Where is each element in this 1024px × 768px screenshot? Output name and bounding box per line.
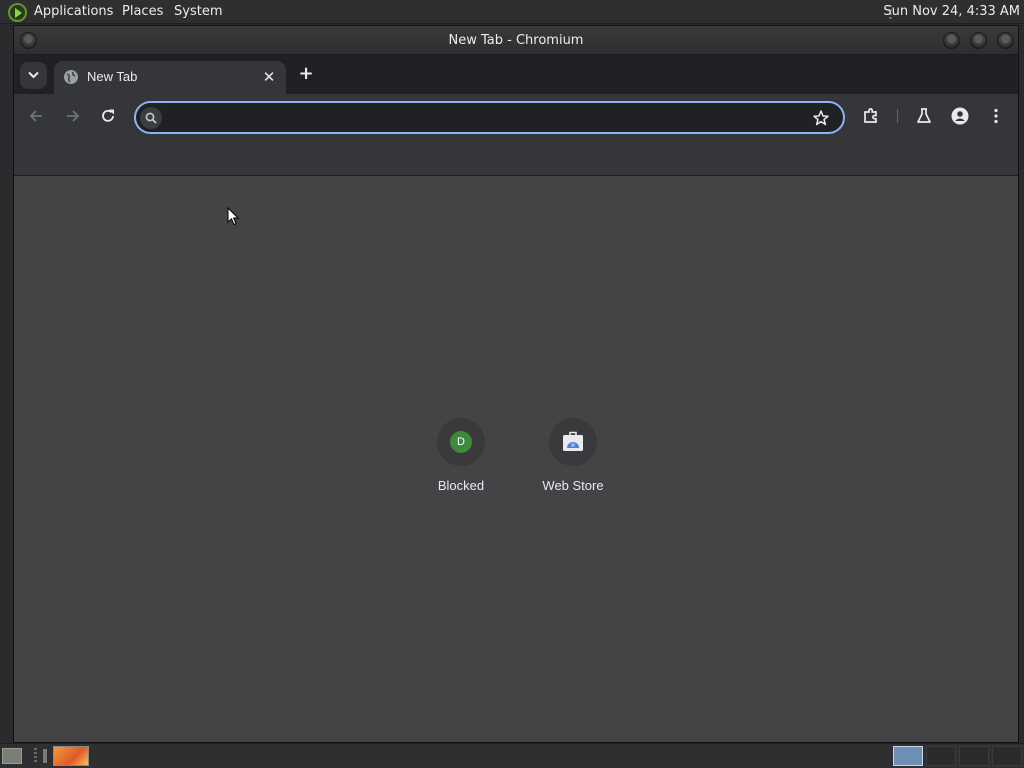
back-icon[interactable] [27, 106, 47, 126]
applications-menu[interactable]: Applications [34, 4, 113, 19]
maximize-button[interactable] [970, 32, 987, 49]
new-tab-page: D Blocked Web Store [14, 176, 1018, 742]
workspace-2-button[interactable] [926, 746, 956, 766]
omnibox[interactable] [134, 101, 845, 134]
bookmark-star-icon[interactable] [812, 109, 830, 127]
tab-search-button[interactable] [20, 62, 47, 89]
shortcut-label: Web Store [542, 478, 604, 493]
chevron-down-icon [28, 71, 39, 79]
tab-title: New Tab [87, 69, 138, 84]
tab-close-icon[interactable]: ✕ [261, 69, 277, 85]
mouse-cursor-icon [227, 207, 240, 226]
taskbar-window-thumbnail[interactable] [53, 746, 89, 766]
panel-grip-handle[interactable] [34, 748, 37, 764]
system-menu[interactable]: System [174, 4, 222, 19]
window-title: New Tab - Chromium [448, 33, 584, 48]
workspace-1-button[interactable] [893, 746, 923, 766]
close-window-button[interactable] [997, 32, 1014, 49]
new-tab-button[interactable]: + [296, 65, 316, 85]
shortcut-blocked[interactable]: D Blocked [405, 412, 517, 502]
address-input[interactable] [168, 108, 798, 128]
top-system-panel: Applications Places System Sun Nov 24, 4… [0, 0, 1024, 24]
terminal-launcher-icon[interactable] [40, 747, 50, 765]
profile-icon[interactable] [950, 106, 970, 126]
search-icon [140, 107, 162, 129]
shortcut-web-store[interactable]: Web Store [517, 412, 629, 502]
clock[interactable]: Sun Nov 24, 4:33 AM [883, 4, 1020, 19]
forward-icon[interactable] [62, 106, 82, 126]
places-menu[interactable]: Places [122, 4, 163, 19]
minimize-button[interactable] [943, 32, 960, 49]
tab-strip: New Tab ✕ + [14, 55, 1018, 94]
bookmarks-bar [14, 138, 1018, 176]
workspace-4-button[interactable] [992, 746, 1022, 766]
extensions-icon[interactable] [861, 106, 881, 126]
web-store-icon [563, 431, 583, 451]
toolbar [14, 94, 1018, 138]
reload-icon[interactable] [98, 106, 118, 126]
shortcut-tile [549, 418, 597, 466]
window-titlebar[interactable]: New Tab - Chromium [14, 26, 1018, 55]
shortcut-label: Blocked [437, 478, 485, 493]
browser-window: New Tab - Chromium New Tab ✕ + D Blocked… [13, 25, 1019, 743]
tab-new-tab[interactable]: New Tab ✕ [54, 61, 286, 94]
bottom-panel [0, 743, 1024, 768]
show-desktop-icon[interactable] [2, 748, 22, 764]
distro-logo-icon[interactable] [8, 3, 27, 22]
menu-kebab-icon[interactable] [986, 106, 1006, 126]
shortcut-tile: D [437, 418, 485, 466]
workspace-3-button[interactable] [959, 746, 989, 766]
globe-icon [64, 70, 78, 84]
toolbar-divider [897, 109, 898, 123]
labs-flask-icon[interactable] [914, 106, 934, 126]
letter-avatar-icon: D [450, 431, 472, 453]
